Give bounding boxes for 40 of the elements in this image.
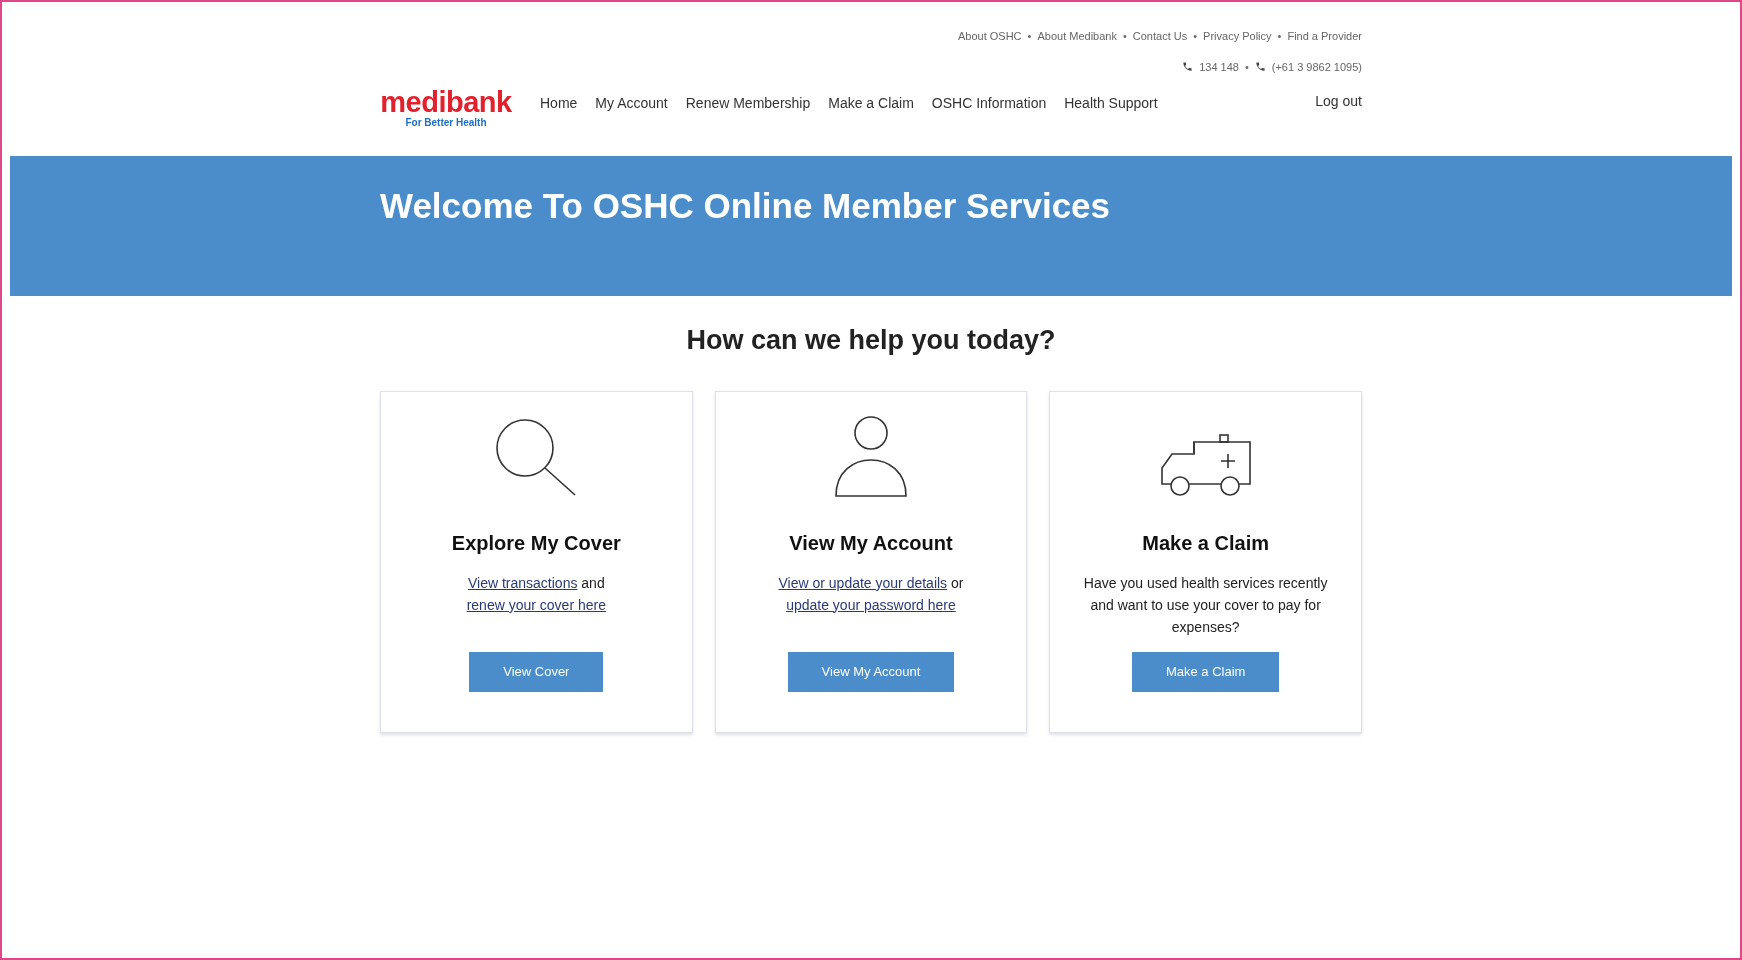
description-link[interactable]: renew your cover here [466, 596, 606, 613]
nav-link[interactable]: Make a Claim [828, 93, 914, 114]
logout-link[interactable]: Log out [1315, 91, 1362, 112]
separator-dot: • [1122, 29, 1127, 44]
nav-link[interactable]: Health Support [1064, 93, 1158, 114]
banner-title: Welcome To OSHC Online Member Services [380, 185, 1112, 227]
nav-link[interactable]: OSHC Information [931, 93, 1047, 114]
description-link[interactable]: View transactions [467, 574, 578, 591]
nav-link[interactable]: My Account [595, 93, 668, 114]
logo-tagline: For Better Health [405, 117, 487, 129]
help-heading: How can we help you today? [685, 324, 1057, 357]
nav-link[interactable]: Renew Membership [685, 93, 811, 114]
card-button[interactable]: Make a Claim [1131, 651, 1280, 692]
utility-link[interactable]: About Medibank [1037, 28, 1117, 45]
utility-link[interactable]: Find a Provider [1287, 28, 1362, 45]
utility-link[interactable]: About OSHC [958, 28, 1022, 45]
phone-icon [1182, 61, 1194, 73]
card-description: Have you used health services recently and want to use your cover to pay for expenses? [1082, 573, 1329, 637]
utility-link[interactable]: Contact Us [1132, 28, 1188, 45]
card-title: Explore My Cover [451, 530, 621, 556]
description-link[interactable]: update your password here [786, 596, 956, 613]
phone-number: (+61 3 9862 1095) [1271, 59, 1362, 75]
utility-link[interactable]: Privacy Policy [1203, 28, 1272, 45]
card-button[interactable]: View My Account [787, 651, 955, 692]
phone-number: 134 148 [1199, 59, 1239, 75]
card-title: View My Account [789, 530, 953, 556]
card-description: View transactions and renew your cover here [465, 573, 607, 615]
logo-wordmark: medibank [380, 87, 512, 117]
separator-dot: • [1244, 59, 1249, 75]
medibank-logo[interactable]: medibank For Better Health [380, 87, 512, 129]
person-icon [834, 415, 908, 498]
nav-link[interactable]: Home [540, 93, 578, 114]
card-description: View or update your details or update your password here [777, 573, 965, 615]
phone-icon [1254, 61, 1266, 73]
separator-dot: • [1027, 29, 1032, 44]
card-button[interactable]: View Cover [469, 651, 604, 692]
separator-dot: • [1277, 29, 1282, 44]
separator-dot: • [1193, 29, 1198, 44]
description-link[interactable]: View or update your details [778, 574, 948, 591]
card-title: Make a Claim [1142, 530, 1269, 556]
